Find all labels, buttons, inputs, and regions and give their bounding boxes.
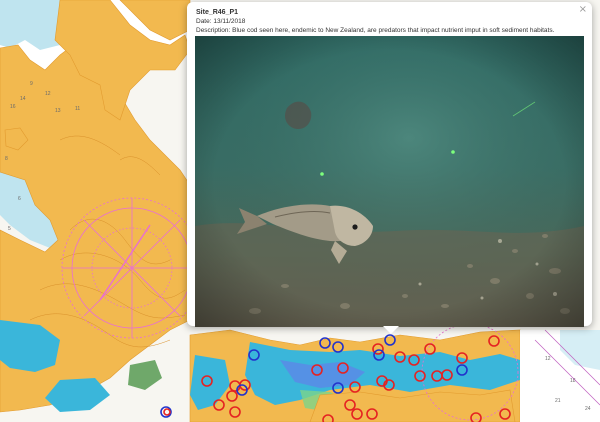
- svg-text:16: 16: [10, 104, 16, 110]
- site-info-popup: × Site_R46_P1 Date: 13/11/2018 Descripti…: [187, 2, 592, 334]
- svg-text:12: 12: [545, 356, 551, 362]
- close-icon[interactable]: ×: [579, 4, 587, 16]
- svg-text:8: 8: [5, 156, 8, 162]
- svg-text:5: 5: [8, 226, 11, 232]
- svg-text:9: 9: [30, 81, 33, 87]
- site-photo: [195, 36, 584, 327]
- svg-text:14: 14: [20, 96, 26, 102]
- popup-description: Description: Blue cod seen here, endemic…: [196, 27, 555, 34]
- photo-vignette: [195, 36, 584, 327]
- popup-title: Site_R46_P1: [196, 9, 239, 16]
- svg-text:12: 12: [45, 91, 51, 97]
- svg-text:18: 18: [570, 378, 576, 384]
- svg-text:11: 11: [75, 106, 80, 112]
- svg-text:13: 13: [55, 108, 61, 114]
- svg-text:21: 21: [555, 398, 561, 404]
- popup-date: Date: 13/11/2018: [196, 18, 246, 25]
- svg-text:6: 6: [18, 196, 21, 202]
- svg-text:24: 24: [585, 406, 591, 412]
